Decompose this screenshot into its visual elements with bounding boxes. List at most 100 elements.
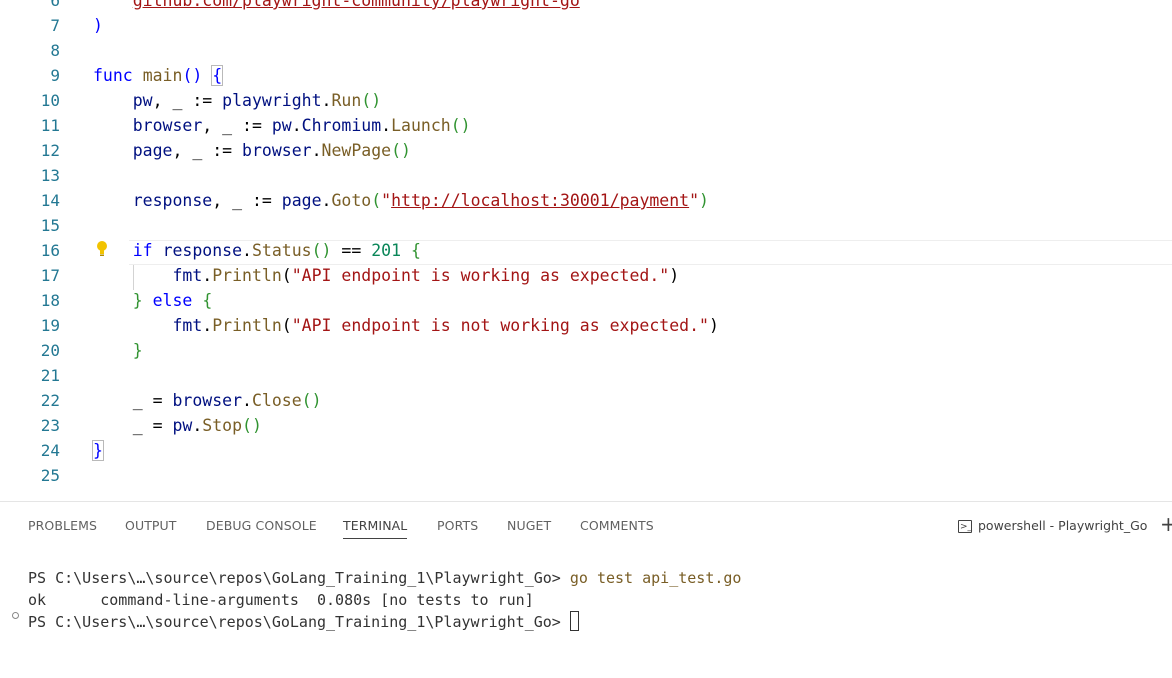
code-token: .: [202, 266, 213, 285]
code-token: ": [689, 191, 700, 210]
code-line[interactable]: 20 }: [0, 338, 1172, 363]
code-line[interactable]: 11 browser, _ := pw.Chromium.Launch(): [0, 113, 1172, 138]
line-number: 25: [40, 466, 60, 485]
terminal-cursor: [569, 611, 579, 631]
code-token: {: [211, 65, 224, 86]
code-line[interactable]: 18 } else {: [0, 288, 1172, 313]
code-line[interactable]: 8: [0, 38, 1172, 63]
tab-output[interactable]: OUTPUT: [125, 516, 177, 536]
code-token: {: [410, 241, 421, 260]
tab-debug-console[interactable]: DEBUG CONSOLE: [206, 516, 317, 536]
code-token: (): [391, 141, 411, 160]
code-token: ": [381, 191, 392, 210]
code-token: else: [152, 291, 193, 310]
terminal-command: go test api_test.go: [569, 569, 742, 587]
code-token: fmt: [172, 266, 203, 285]
code-token: pw: [172, 416, 193, 435]
code-token: response: [132, 191, 213, 210]
code-text: browser, _ := pw.Chromium.Launch(): [93, 113, 471, 138]
terminal-prompt: PS C:\Users\…\source\repos\GoLang_Traini…: [28, 569, 570, 587]
code-token: , _ :=: [172, 141, 243, 160]
command-status-icon: [12, 612, 19, 619]
code-line[interactable]: 7): [0, 13, 1172, 38]
code-token: pw: [271, 116, 292, 135]
line-number: 21: [40, 366, 60, 385]
code-token: (: [281, 266, 292, 285]
tab-nuget[interactable]: NUGET: [507, 516, 551, 536]
code-line[interactable]: 22 _ = browser.Close(): [0, 388, 1172, 413]
code-token: fmt: [172, 316, 203, 335]
code-line[interactable]: 23 _ = pw.Stop(): [0, 413, 1172, 438]
code-text: } else {: [93, 288, 213, 313]
line-number: 16: [40, 241, 60, 260]
code-line[interactable]: 13: [0, 163, 1172, 188]
code-token: response: [162, 241, 243, 260]
tab-terminal[interactable]: TERMINAL: [343, 516, 408, 539]
line-number: 17: [40, 266, 60, 285]
line-number: 22: [40, 391, 60, 410]
code-token: 201: [371, 241, 402, 260]
code-text: _ = browser.Close(): [93, 388, 322, 413]
tab-comments[interactable]: COMMENTS: [580, 516, 654, 536]
line-number: 13: [40, 166, 60, 185]
code-line[interactable]: 10 pw, _ := playwright.Run(): [0, 88, 1172, 113]
tab-ports[interactable]: PORTS: [437, 516, 478, 536]
code-line[interactable]: 16 if response.Status() == 201 {: [0, 238, 1172, 263]
code-token: .: [291, 116, 302, 135]
code-token: func: [93, 66, 133, 85]
code-token: http://localhost:30001/payment: [391, 191, 690, 210]
line-number: 12: [40, 141, 60, 160]
code-token: {: [202, 291, 213, 310]
code-token: _ =: [93, 391, 173, 410]
terminal-selector[interactable]: >_ powershell - Playwright_Go: [958, 516, 1147, 536]
code-token: Goto: [331, 191, 372, 210]
code-line[interactable]: 15: [0, 213, 1172, 238]
new-terminal-button[interactable]: +: [1160, 512, 1172, 536]
code-token: ): [699, 191, 709, 210]
code-editor[interactable]: 6 github.com/playwright-community/playwr…: [0, 0, 1172, 500]
code-line[interactable]: 24}: [0, 438, 1172, 463]
code-text: fmt.Println("API endpoint is not working…: [93, 313, 718, 338]
code-token: ): [93, 16, 103, 35]
terminal-line-1: PS C:\Users\…\source\repos\GoLang_Traini…: [28, 567, 741, 589]
tab-problems[interactable]: PROBLEMS: [28, 516, 97, 536]
code-token: .: [381, 116, 392, 135]
code-line[interactable]: 19 fmt.Println("API endpoint is not work…: [0, 313, 1172, 338]
code-line[interactable]: 17 fmt.Println("API endpoint is working …: [0, 263, 1172, 288]
code-text: response, _ := page.Goto("http://localho…: [93, 188, 709, 213]
code-token: .: [202, 316, 213, 335]
code-token: main: [142, 66, 183, 85]
terminal-prompt: PS C:\Users\…\source\repos\GoLang_Traini…: [28, 613, 570, 631]
code-token: , _ :=: [202, 116, 272, 135]
terminal-name: powershell - Playwright_Go: [978, 518, 1148, 533]
code-line[interactable]: 21: [0, 363, 1172, 388]
code-token: _ =: [93, 416, 173, 435]
code-token: , _ :=: [152, 91, 223, 110]
code-token: ): [669, 266, 680, 285]
code-token: }: [132, 291, 143, 310]
code-token: ==: [331, 241, 372, 260]
code-token: .: [321, 191, 332, 210]
code-token: .: [242, 241, 252, 260]
code-text: fmt.Println("API endpoint is working as …: [93, 263, 679, 288]
line-number: 7: [50, 16, 60, 35]
code-token: }: [132, 341, 143, 360]
code-line[interactable]: 25: [0, 463, 1172, 488]
code-line[interactable]: 14 response, _ := page.Goto("http://loca…: [0, 188, 1172, 213]
terminal-line-3[interactable]: PS C:\Users\…\source\repos\GoLang_Traini…: [28, 611, 579, 633]
code-text: if response.Status() == 201 {: [93, 238, 421, 263]
line-number: 10: [40, 91, 60, 110]
code-line[interactable]: 12 page, _ := browser.NewPage(): [0, 138, 1172, 163]
code-text: func main() {: [93, 63, 224, 88]
code-line[interactable]: 9 func main() {: [0, 63, 1172, 88]
code-line[interactable]: 6 github.com/playwright-community/playwr…: [0, 0, 1172, 13]
